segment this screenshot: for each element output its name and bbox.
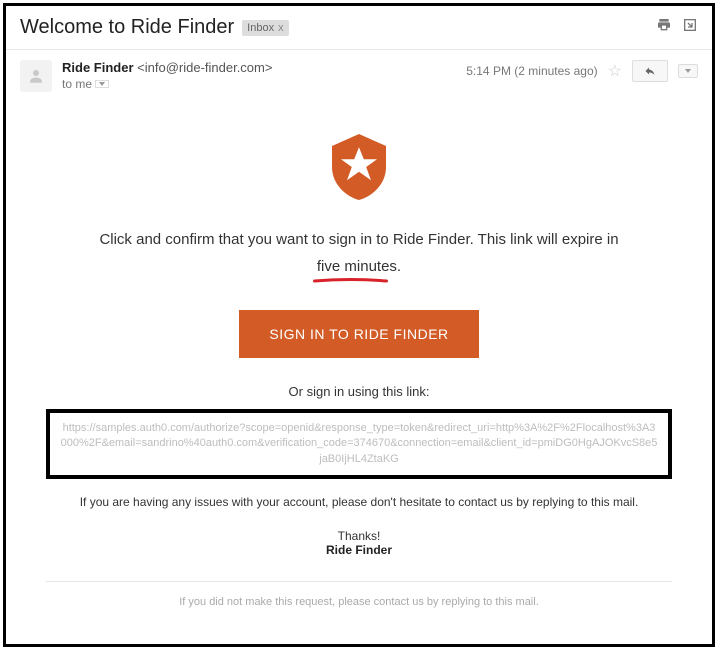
red-underline-annotation bbox=[313, 278, 388, 284]
footer-text: If you did not make this request, please… bbox=[6, 582, 712, 622]
help-text: If you are having any issues with your a… bbox=[46, 493, 672, 511]
thanks-text: Thanks! bbox=[46, 529, 672, 543]
chevron-down-icon bbox=[685, 69, 691, 73]
brand-shield-icon bbox=[329, 134, 389, 200]
recipient-label: to me bbox=[62, 77, 92, 91]
recipient-dropdown[interactable] bbox=[95, 80, 109, 88]
sender-email: <info@ride-finder.com> bbox=[137, 60, 272, 75]
star-icon[interactable]: ☆ bbox=[608, 61, 622, 81]
sign-in-button[interactable]: SIGN IN TO RIDE FINDER bbox=[239, 310, 478, 358]
alt-link-label: Or sign in using this link: bbox=[46, 384, 672, 399]
timestamp: 5:14 PM (2 minutes ago) bbox=[466, 64, 597, 78]
email-subject: Welcome to Ride Finder bbox=[20, 16, 234, 39]
more-actions-button[interactable] bbox=[678, 64, 698, 78]
signin-link-box[interactable]: https://samples.auth0.com/authorize?scop… bbox=[46, 409, 672, 479]
body-line-1: Click and confirm that you want to sign … bbox=[46, 229, 672, 252]
body-emphasis: five minutes. bbox=[317, 258, 401, 275]
print-icon[interactable] bbox=[656, 17, 672, 38]
inbox-tag-close[interactable]: x bbox=[278, 22, 284, 34]
reply-button[interactable] bbox=[632, 60, 668, 82]
avatar bbox=[20, 60, 52, 92]
sender-name: Ride Finder bbox=[62, 60, 134, 75]
open-new-window-icon[interactable] bbox=[682, 17, 698, 38]
chevron-down-icon bbox=[99, 82, 105, 86]
inbox-tag-label: Inbox bbox=[247, 22, 274, 34]
inbox-tag[interactable]: Inbox x bbox=[242, 20, 288, 36]
signoff-name: Ride Finder bbox=[46, 543, 672, 557]
